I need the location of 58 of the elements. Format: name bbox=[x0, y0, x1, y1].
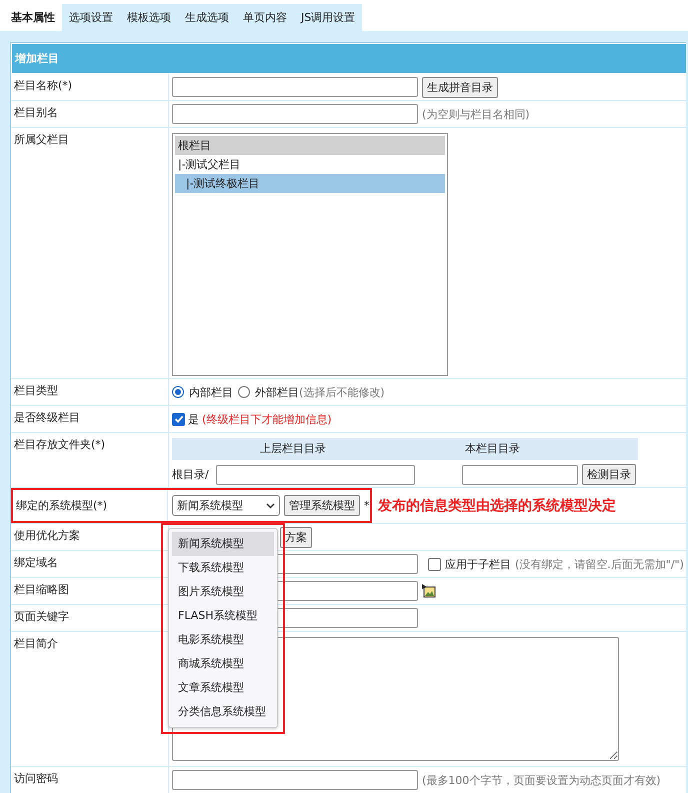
action-button[interactable]: 管理系统模型 bbox=[284, 495, 360, 516]
list-option[interactable]: |-测试终极栏目 bbox=[175, 174, 445, 193]
field-label: 栏目别名 bbox=[11, 101, 169, 127]
tab[interactable]: 模板选项 bbox=[120, 4, 178, 31]
field-label: 所属父栏目 bbox=[11, 128, 169, 378]
header-cell bbox=[582, 438, 638, 460]
hint-text: (终级栏目下才能增加信息) bbox=[202, 412, 332, 426]
action-button[interactable]: 生成拼音目录 bbox=[422, 76, 498, 98]
list-option[interactable]: 根栏目 bbox=[175, 136, 445, 155]
hint-text: (没有绑定，请留空.后面无需加"/") bbox=[515, 556, 684, 572]
dropdown-option[interactable]: 电影系统模型 bbox=[172, 628, 274, 652]
action-button[interactable]: 方案 bbox=[280, 526, 312, 548]
radio-button[interactable] bbox=[238, 386, 250, 398]
tab[interactable]: 生成选项 bbox=[178, 4, 236, 31]
category-listbox[interactable]: 根栏目 |-测试父栏目 |-测试终极栏目 bbox=[172, 133, 448, 376]
tab[interactable]: 单页内容 bbox=[236, 4, 294, 31]
hint-text: (为空则与栏目名相同) bbox=[422, 106, 530, 122]
column-header: 上层栏目目录 bbox=[214, 438, 462, 460]
checkbox[interactable] bbox=[172, 412, 185, 426]
required-mark: * bbox=[364, 499, 370, 512]
field-label: 栏目类型 bbox=[11, 379, 169, 405]
radio-label: 内部栏目 bbox=[189, 384, 233, 400]
dropdown-option[interactable]: 文章系统模型 bbox=[172, 676, 274, 700]
text-field[interactable] bbox=[216, 464, 415, 484]
dropdown-option[interactable]: 下载系统模型 bbox=[172, 556, 274, 580]
text-field[interactable] bbox=[172, 770, 418, 790]
hint-text: (最多100个字节，页面要设置为动态页面才有效) bbox=[422, 772, 661, 788]
text-field[interactable] bbox=[172, 77, 418, 97]
field-label: 是否终级栏目 bbox=[11, 406, 169, 432]
tab[interactable]: JS调用设置 bbox=[294, 4, 362, 31]
dropdown-option[interactable]: 图片系统模型 bbox=[172, 580, 274, 604]
panel-header: 增加栏目 bbox=[12, 44, 686, 73]
text-field[interactable] bbox=[462, 464, 578, 484]
dropdown-option[interactable]: 分类信息系统模型 bbox=[172, 700, 274, 724]
dropdown-option[interactable]: 商城系统模型 bbox=[172, 652, 274, 676]
dropdown-option[interactable]: FLASH系统模型 bbox=[172, 604, 274, 628]
model-select[interactable]: 新闻系统模型 bbox=[172, 495, 280, 516]
column-header: 本栏目目录 bbox=[462, 438, 582, 460]
dropdown-option[interactable]: 新闻系统模型 bbox=[172, 532, 274, 556]
action-button[interactable]: 检测目录 bbox=[582, 464, 636, 485]
checkbox-label: 应用于子栏目 bbox=[445, 556, 511, 572]
field-label: 绑定的系统模型(*) bbox=[13, 490, 168, 521]
radio-button[interactable] bbox=[172, 386, 184, 398]
field-label: 栏目名称(*) bbox=[11, 74, 169, 100]
chevron-icon bbox=[266, 502, 275, 508]
field-label: 栏目存放文件夹(*) bbox=[11, 433, 169, 487]
checkbox-label: 是 bbox=[188, 412, 199, 426]
field-label: 访问密码 bbox=[11, 767, 169, 793]
annotation-text: 发布的信息类型由选择的系统模型决定 bbox=[378, 496, 616, 514]
image-icon[interactable] bbox=[422, 584, 436, 598]
header-cell bbox=[172, 438, 214, 460]
tab[interactable]: 选项设置 bbox=[62, 4, 120, 31]
checkbox[interactable] bbox=[428, 558, 441, 570]
text-field[interactable] bbox=[172, 104, 418, 124]
path-prefix: 根目录/ bbox=[172, 467, 210, 483]
hint-text: (选择后不能修改) bbox=[299, 384, 385, 400]
radio-label: 外部栏目 bbox=[255, 384, 299, 400]
list-option[interactable]: |-测试父栏目 bbox=[175, 155, 445, 174]
